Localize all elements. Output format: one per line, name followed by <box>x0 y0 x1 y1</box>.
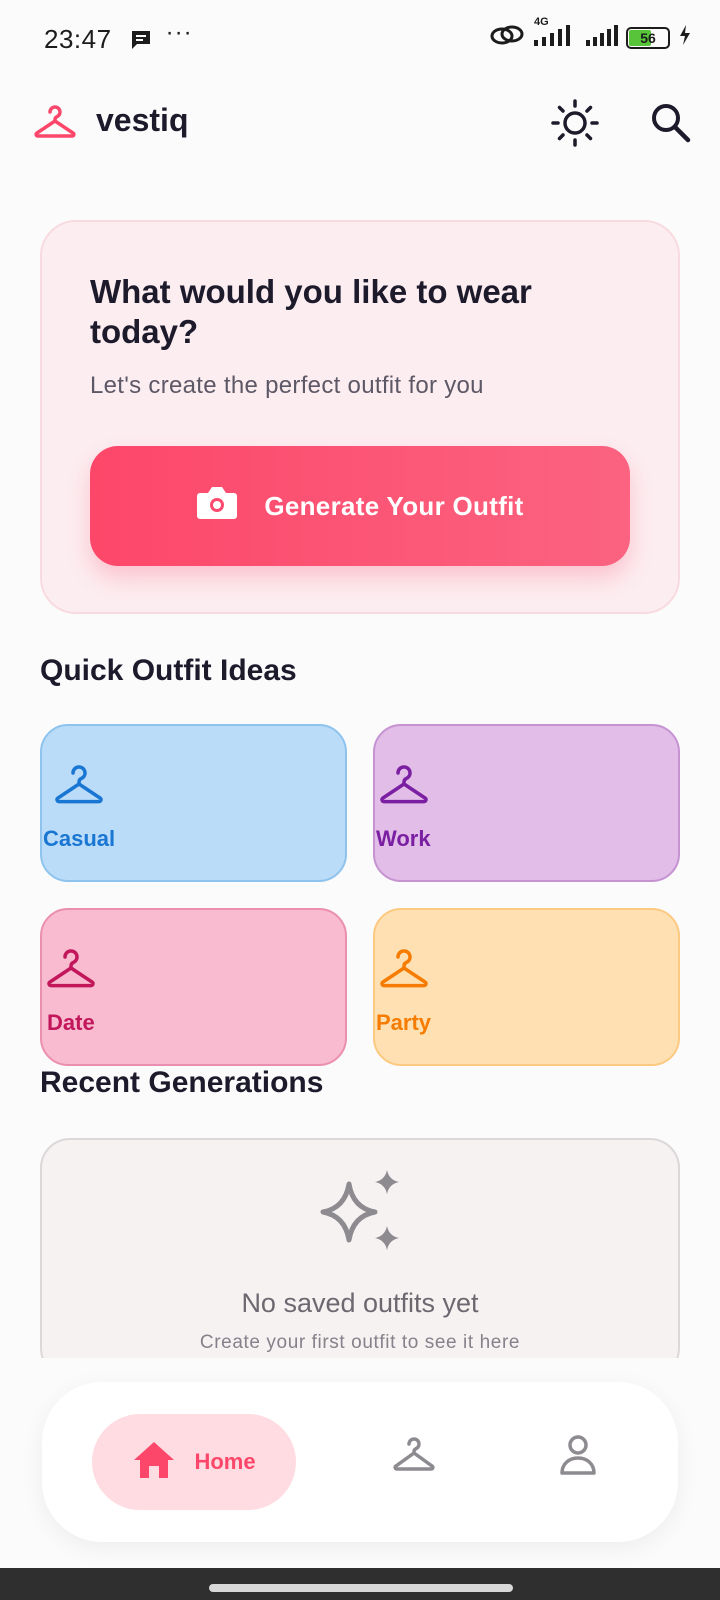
sparkles-icon <box>317 1166 407 1261</box>
empty-state-subtitle: Create your first outfit to see it here <box>199 1332 521 1353</box>
hanger-icon[interactable] <box>392 1436 436 1479</box>
nav-home[interactable]: Home <box>92 1414 296 1510</box>
empty-state-title: No saved outfits yet <box>241 1288 479 1318</box>
empty-state-card: No saved outfits yet Create your first o… <box>40 1138 680 1358</box>
nav-home-label: Home <box>194 1449 256 1474</box>
home-icon <box>132 1440 176 1485</box>
person-icon[interactable] <box>558 1434 598 1481</box>
home-gesture-handle[interactable] <box>209 1584 513 1592</box>
bottom-navigation: Home <box>42 1382 678 1542</box>
scroll-area: No saved outfits yet Create your first o… <box>0 0 720 1358</box>
